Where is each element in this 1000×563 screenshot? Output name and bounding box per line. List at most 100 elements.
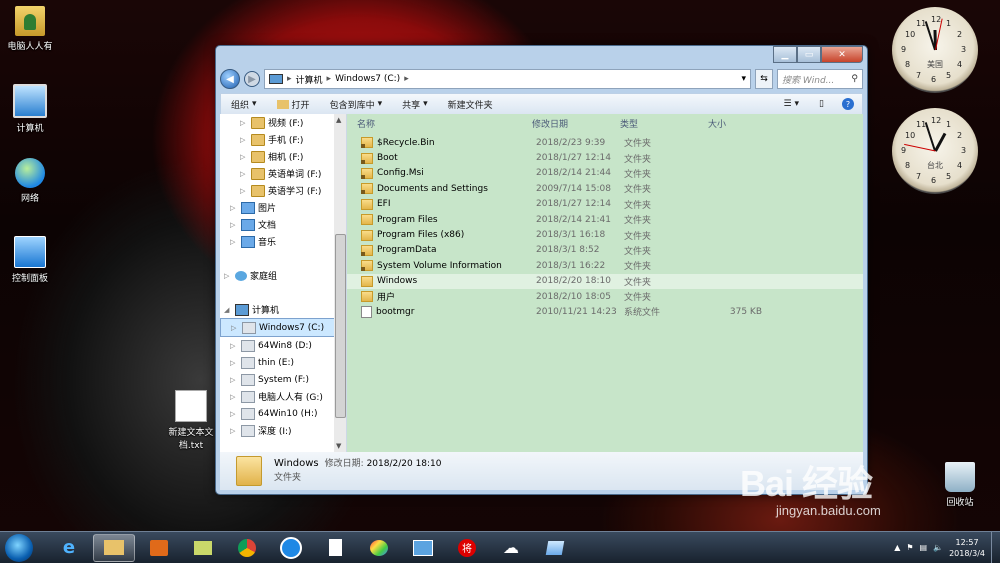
file-row[interactable]: Windows 2018/2/20 18:10 文件夹	[347, 273, 863, 289]
navigation-scrollbar[interactable]: ▲ ▼	[334, 114, 346, 452]
tray-clock[interactable]: 12:57 2018/3/4	[949, 537, 985, 559]
desktop-icon-user-folder[interactable]: 电脑人人有	[0, 6, 60, 52]
back-button[interactable]: ◀	[220, 69, 240, 89]
network-tray-icon[interactable]: ▤	[920, 543, 928, 552]
include-in-library-button[interactable]: 包含到库中 ▾	[320, 98, 393, 111]
nav-item[interactable]: ▷ 64Win8 (D:)	[220, 337, 346, 354]
nav-item[interactable]: ▷ 音乐	[220, 233, 346, 250]
column-header-name[interactable]: 名称	[347, 117, 532, 130]
expand-arrow-icon[interactable]: ▷	[240, 170, 248, 178]
file-row[interactable]: EFI 2018/1/27 12:14 文件夹	[347, 197, 863, 212]
start-button[interactable]	[5, 533, 33, 562]
expand-arrow-icon[interactable]: ▷	[240, 136, 248, 144]
expand-arrow-icon[interactable]: ▷	[230, 410, 238, 418]
file-row[interactable]: Program Files 2018/2/14 21:41 文件夹	[347, 212, 863, 227]
expand-arrow-icon[interactable]: ▷	[230, 238, 238, 246]
preview-pane-button[interactable]: ▯	[809, 99, 834, 109]
desktop-icon-control-panel[interactable]: 控制面板	[0, 236, 60, 284]
file-row[interactable]: Boot 2018/1/27 12:14 文件夹	[347, 150, 863, 165]
column-header-size[interactable]: 大小	[708, 117, 758, 130]
nav-item[interactable]: ▷ 家庭组	[220, 267, 346, 284]
nav-item[interactable]: ▷ 手机 (F:)	[220, 131, 346, 148]
nav-item[interactable]: ▷ 深度 (I:)	[220, 422, 346, 439]
close-button[interactable]: ✕	[821, 46, 863, 63]
address-bar[interactable]: ▸ 计算机 ▸ Windows7 (C:) ▸ ▾	[264, 69, 751, 89]
taskbar-remote[interactable]	[403, 535, 443, 561]
forward-button[interactable]: ▶	[244, 71, 260, 87]
expand-arrow-icon[interactable]: ▷	[230, 359, 238, 367]
desktop-icon-network[interactable]: 网络	[0, 158, 60, 204]
file-row[interactable]: bootmgr 2010/11/21 14:23 系统文件 375 KB	[347, 304, 863, 319]
file-row[interactable]: Program Files (x86) 2018/3/1 16:18 文件夹	[347, 227, 863, 242]
desktop-icon-text-file[interactable]: 新建文本文档.txt	[161, 390, 221, 451]
expand-arrow-icon[interactable]: ▷	[231, 324, 239, 332]
nav-item[interactable]: ▷ 64Win10 (H:)	[220, 405, 346, 422]
taskbar-tablet[interactable]	[535, 535, 575, 561]
scrollbar-thumb[interactable]	[335, 234, 346, 418]
minimize-button[interactable]: ▁	[773, 46, 797, 63]
file-row[interactable]: Documents and Settings 2009/7/14 15:08 文件夹	[347, 181, 863, 196]
expand-arrow-icon[interactable]: ▷	[230, 204, 238, 212]
taskbar-paint[interactable]	[359, 535, 399, 561]
expand-arrow-icon[interactable]: ▷	[230, 221, 238, 229]
search-box[interactable]: 搜索 Wind... ⚲	[777, 69, 863, 89]
organize-button[interactable]: 组织 ▾	[221, 98, 267, 111]
expand-arrow-icon[interactable]: ▷	[240, 153, 248, 161]
file-row[interactable]: Config.Msi 2018/2/14 21:44 文件夹	[347, 166, 863, 181]
flag-icon[interactable]: ⚑	[906, 543, 913, 552]
taskbar-app[interactable]	[271, 535, 311, 561]
taskbar-chrome[interactable]	[227, 535, 267, 561]
view-options-button[interactable]: ☰ ▾	[773, 99, 809, 109]
file-row[interactable]: ProgramData 2018/3/1 8:52 文件夹	[347, 243, 863, 258]
volume-icon[interactable]: 🔈	[933, 543, 943, 552]
file-row[interactable]: System Volume Information 2018/3/1 16:22 文…	[347, 258, 863, 273]
breadcrumb-drive[interactable]: Windows7 (C:)	[335, 74, 400, 84]
desktop-icon-recycle-bin[interactable]: 回收站	[930, 462, 990, 508]
desktop-icon-computer[interactable]: 计算机	[0, 84, 60, 134]
nav-item[interactable]: ▷ 图片	[220, 199, 346, 216]
expand-arrow-icon[interactable]: ▷	[230, 342, 238, 350]
taskbar-chess[interactable]: 将	[447, 535, 487, 561]
help-button[interactable]: ?	[842, 98, 854, 110]
show-hidden-icons-icon[interactable]: ▲	[894, 543, 900, 552]
column-header-type[interactable]: 类型	[620, 117, 708, 130]
maximize-button[interactable]: ▭	[797, 46, 821, 63]
nav-item[interactable]: ▷ 文档	[220, 216, 346, 233]
taskbar-document[interactable]	[315, 535, 355, 561]
share-button[interactable]: 共享 ▾	[392, 98, 438, 111]
expand-arrow-icon[interactable]: ▷	[224, 272, 232, 280]
nav-item[interactable]: ▷ 电脑人人有 (G:)	[220, 388, 346, 405]
breadcrumb-computer[interactable]: 计算机	[296, 73, 323, 86]
column-header-date[interactable]: 修改日期	[532, 117, 620, 130]
nav-item[interactable]: ▷ 英语单词 (F:)	[220, 165, 346, 182]
clock-gadget[interactable]: 12 1 2 3 4 5 6 7 8 9 10 11 台北	[892, 108, 978, 194]
taskbar-folder2[interactable]	[183, 535, 223, 561]
expand-arrow-icon[interactable]: ▷	[240, 187, 248, 195]
expand-arrow-icon[interactable]: ▷	[230, 427, 238, 435]
nav-item[interactable]: ▷ thin (E:)	[220, 354, 346, 371]
nav-item[interactable]: ▷ 视频 (F:)	[220, 114, 346, 131]
expand-arrow-icon[interactable]: ▷	[240, 119, 248, 127]
expand-arrow-icon[interactable]: ▷	[230, 376, 238, 384]
scroll-up-icon[interactable]: ▲	[336, 116, 341, 124]
nav-item[interactable]: ▷ System (F:)	[220, 371, 346, 388]
new-folder-button[interactable]: 新建文件夹	[438, 98, 503, 111]
open-button[interactable]: 打开	[267, 98, 320, 111]
nav-item[interactable]: ◢ 计算机	[220, 301, 346, 318]
scroll-down-icon[interactable]: ▼	[336, 442, 341, 450]
nav-item[interactable]: ▷ 相机 (F:)	[220, 148, 346, 165]
file-row[interactable]: 用户 2018/2/10 18:05 文件夹	[347, 289, 863, 304]
address-dropdown-icon[interactable]: ▾	[741, 74, 746, 84]
taskbar-explorer[interactable]	[93, 533, 135, 562]
file-row[interactable]: $Recycle.Bin 2018/2/23 9:39 文件夹	[347, 135, 863, 150]
expand-arrow-icon[interactable]: ◢	[224, 306, 232, 314]
taskbar-cloud[interactable]: ☁	[491, 535, 531, 561]
clock-gadget[interactable]: 12 1 2 3 4 5 6 7 8 9 10 11 美国	[892, 7, 978, 93]
taskbar-ie[interactable]: e	[49, 535, 89, 561]
refresh-button[interactable]: ⇆	[755, 69, 773, 89]
nav-item[interactable]: ▷ Windows7 (C:)	[220, 318, 346, 337]
expand-arrow-icon[interactable]: ▷	[230, 393, 238, 401]
taskbar-media[interactable]	[139, 535, 179, 561]
show-desktop-button[interactable]	[991, 532, 1000, 563]
nav-item[interactable]: ▷ 英语学习 (F:)	[220, 182, 346, 199]
